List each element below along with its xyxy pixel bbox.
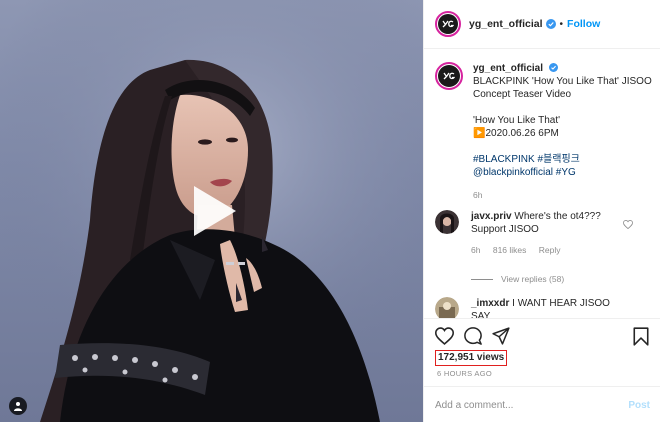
comment-item: javx.priv Where's the ot4??? Support JIS… — [435, 210, 655, 257]
commenter-avatar[interactable] — [435, 297, 459, 318]
comment-age: 6h — [471, 245, 481, 255]
view-replies-label: View replies (58) — [501, 274, 565, 284]
yg-logo-icon — [443, 72, 455, 80]
heart-icon[interactable] — [435, 327, 454, 345]
post-caption: yg_ent_official BLACKPINK 'How You Like … — [435, 62, 655, 202]
comment-likes[interactable]: 816 likes — [493, 245, 527, 255]
caption-username[interactable]: yg_ent_official — [473, 63, 543, 74]
avatar[interactable] — [435, 11, 461, 37]
mention-blackpinkofficial[interactable]: @blackpinkofficial — [473, 167, 553, 178]
yg-logo-icon — [442, 20, 454, 28]
comment-body: javx.priv Where's the ot4??? Support JIS… — [471, 210, 621, 257]
comment-body: _imxxdr I WANT HEAR JISOO SAY — [471, 297, 631, 318]
caption-title-line-2: Concept Teaser Video — [473, 89, 572, 100]
play-icon[interactable] — [178, 178, 244, 244]
comment-icon[interactable] — [464, 327, 482, 345]
header-username[interactable]: yg_ent_official — [469, 18, 543, 30]
bookmark-icon[interactable] — [633, 327, 649, 346]
caption-text: yg_ent_official BLACKPINK 'How You Like … — [473, 62, 653, 202]
hashtag-yg[interactable]: #YG — [556, 167, 576, 178]
comment-meta: 6h 816 likes Reply — [471, 244, 621, 257]
caption-age: 6h — [473, 190, 483, 200]
comment-heart-icon[interactable] — [623, 220, 633, 229]
video-player[interactable] — [0, 0, 423, 422]
caption-song: 'How You Like That' — [473, 115, 561, 126]
view-replies-button[interactable]: View replies (58) — [471, 274, 564, 284]
comment-composer: Post — [424, 386, 660, 423]
commenter-avatar[interactable] — [435, 210, 459, 234]
comment-item: _imxxdr I WANT HEAR JISOO SAY — [435, 297, 655, 318]
action-icons — [435, 327, 651, 349]
reply-button[interactable]: Reply — [539, 245, 561, 255]
comment-input[interactable] — [435, 399, 615, 411]
verified-badge-icon — [548, 63, 558, 72]
comments-list[interactable]: yg_ent_official BLACKPINK 'How You Like … — [424, 50, 660, 318]
user-tag-icon[interactable] — [9, 397, 27, 415]
post-comment-button[interactable]: Post — [628, 400, 650, 411]
comment-username[interactable]: javx.priv — [471, 211, 512, 222]
instagram-post: yg_ent_official • Follow yg_ent_official… — [0, 0, 660, 422]
views-count[interactable]: 172,951 views — [435, 350, 508, 366]
hashtag-blackpink[interactable]: #BLACKPINK — [473, 154, 535, 165]
header-separator: • — [559, 18, 564, 30]
caption-avatar[interactable] — [435, 62, 463, 90]
post-header: yg_ent_official • Follow — [424, 0, 660, 49]
follow-button[interactable]: Follow — [567, 18, 600, 30]
post-sidebar: yg_ent_official • Follow yg_ent_official… — [423, 0, 660, 422]
verified-badge-icon — [545, 19, 556, 29]
hashtag-blackpink-korean[interactable]: #블랙핑크 — [537, 154, 579, 165]
post-timestamp[interactable]: 6 HOURS AGO — [437, 369, 492, 378]
caption-title-line-1: BLACKPINK 'How You Like That' JISOO — [473, 76, 652, 87]
caption-date: ▶️2020.06.26 6PM — [473, 128, 559, 139]
post-actions: 172,951 views 6 HOURS AGO Post — [424, 318, 660, 422]
comment-username[interactable]: _imxxdr — [471, 298, 509, 309]
share-icon[interactable] — [492, 327, 510, 345]
